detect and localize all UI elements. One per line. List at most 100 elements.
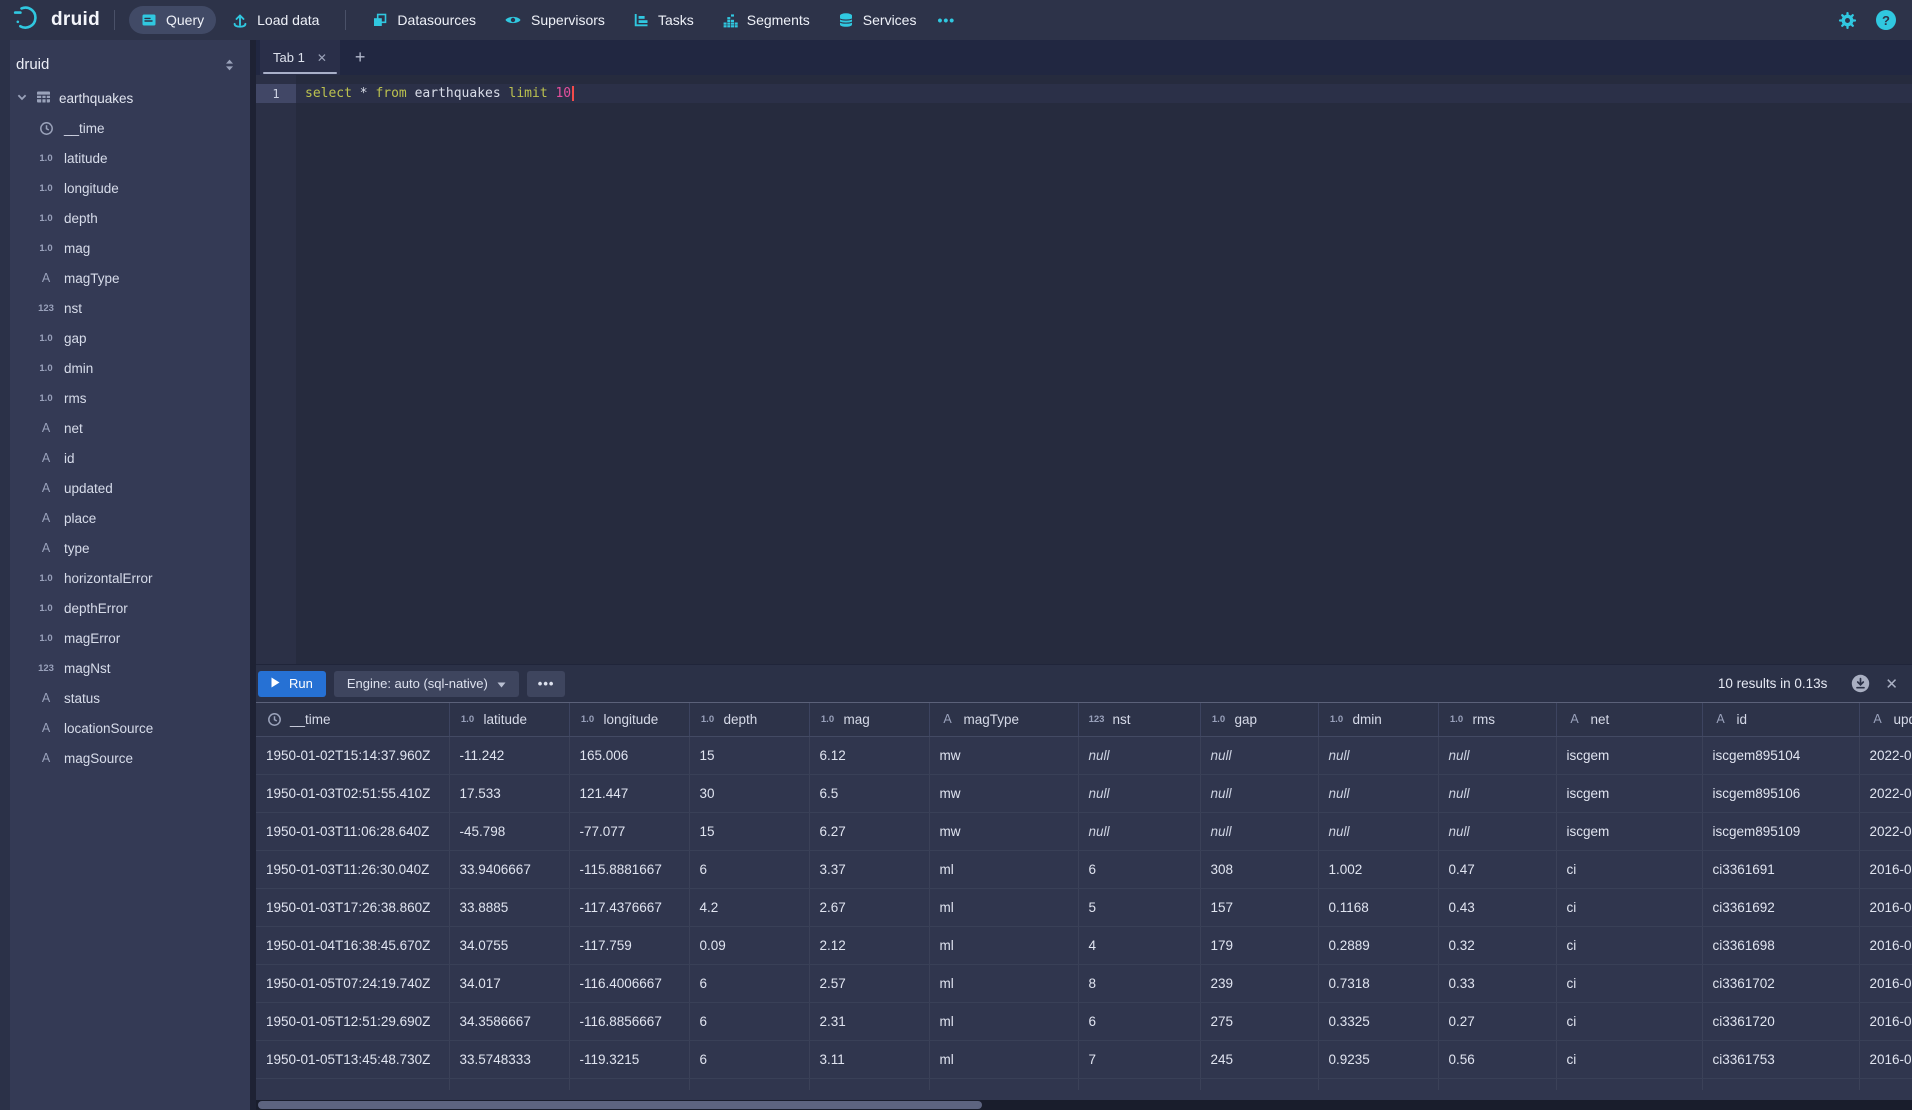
table-cell[interactable]: 6.27 [809, 812, 929, 850]
table-cell[interactable]: 30 [689, 774, 809, 812]
table-cell[interactable]: 0.56 [1438, 1040, 1556, 1078]
table-cell[interactable]: -11.242 [449, 736, 569, 774]
table-cell[interactable]: 6 [1078, 850, 1200, 888]
table-cell[interactable]: ml [929, 888, 1078, 926]
nav-item-segments[interactable]: Segments [710, 6, 822, 34]
table-cell[interactable]: 2016-0 [1859, 888, 1912, 926]
nav-item-query[interactable]: Query [129, 6, 216, 34]
table-cell[interactable]: 0.7318 [1318, 964, 1438, 1002]
schema-column-status[interactable]: Astatus [0, 683, 250, 713]
sql-line-1[interactable]: 1 select * from earthquakes limit 10 [256, 84, 1912, 103]
table-cell[interactable]: 0.32 [1438, 926, 1556, 964]
table-cell[interactable]: ci3361753 [1702, 1040, 1859, 1078]
table-cell[interactable]: 2016-0 [1859, 926, 1912, 964]
table-cell[interactable]: 6 [1078, 1002, 1200, 1040]
table-cell[interactable]: -117.4376667 [569, 888, 689, 926]
results-header-nst[interactable]: 123nst [1078, 703, 1200, 736]
table-cell[interactable]: 6 [689, 1002, 809, 1040]
table-cell[interactable]: -116.4006667 [569, 964, 689, 1002]
schema-column-magerror[interactable]: 1.0magError [0, 623, 250, 653]
table-cell[interactable]: 1950-01-04T16:38:45.670Z [256, 926, 449, 964]
datasource-earthquakes[interactable]: earthquakes [0, 83, 250, 113]
table-cell[interactable]: 1950-01-05T12:51:29.690Z [256, 1002, 449, 1040]
table-cell[interactable]: iscgem895106 [1702, 774, 1859, 812]
table-cell[interactable]: 7 [1078, 1040, 1200, 1078]
table-cell[interactable]: mw [929, 736, 1078, 774]
schema-column-gap[interactable]: 1.0gap [0, 323, 250, 353]
table-cell[interactable]: 2016-0 [1859, 964, 1912, 1002]
table-cell[interactable]: null [1200, 812, 1318, 850]
table-cell[interactable]: null [1078, 736, 1200, 774]
schema-column-id[interactable]: Aid [0, 443, 250, 473]
table-cell[interactable]: 0.43 [1438, 888, 1556, 926]
table-cell[interactable]: 1950-01-03T02:51:55.410Z [256, 774, 449, 812]
table-cell[interactable]: 2016-0 [1859, 1040, 1912, 1078]
run-button[interactable]: Run [258, 671, 326, 697]
table-cell[interactable]: iscgem895109 [1702, 812, 1859, 850]
schema-column-magtype[interactable]: AmagType [0, 263, 250, 293]
table-cell[interactable]: 0.27 [1438, 1002, 1556, 1040]
results-header-depth[interactable]: 1.0depth [689, 703, 809, 736]
table-cell[interactable]: -77.077 [569, 812, 689, 850]
table-cell[interactable]: 1.002 [1318, 850, 1438, 888]
table-cell[interactable]: iscgem895104 [1702, 736, 1859, 774]
nav-item-supervisors[interactable]: Supervisors [492, 6, 617, 34]
table-cell[interactable]: ml [929, 1040, 1078, 1078]
close-results-icon[interactable]: ✕ [1885, 675, 1898, 693]
results-header-rms[interactable]: 1.0rms [1438, 703, 1556, 736]
table-cell[interactable]: -45.798 [449, 812, 569, 850]
table-cell[interactable]: ci3361692 [1702, 888, 1859, 926]
nav-item-services[interactable]: Services [826, 6, 929, 34]
table-cell[interactable]: null [1200, 736, 1318, 774]
table-cell[interactable]: ml [929, 1002, 1078, 1040]
table-cell[interactable]: ci3361702 [1702, 964, 1859, 1002]
schema-column-dmin[interactable]: 1.0dmin [0, 353, 250, 383]
table-cell[interactable]: 165.006 [569, 736, 689, 774]
table-cell[interactable]: null [1438, 736, 1556, 774]
table-cell[interactable]: 0.47 [1438, 850, 1556, 888]
schema-column-deptherror[interactable]: 1.0depthError [0, 593, 250, 623]
schema-column-updated[interactable]: Aupdated [0, 473, 250, 503]
table-cell[interactable]: ci [1556, 888, 1702, 926]
table-cell[interactable]: 2.31 [809, 1002, 929, 1040]
table-cell[interactable]: -115.8881667 [569, 850, 689, 888]
table-cell[interactable]: 34.017 [449, 964, 569, 1002]
schema-column-type[interactable]: Atype [0, 533, 250, 563]
table-cell[interactable]: 0.9235 [1318, 1040, 1438, 1078]
table-cell[interactable]: 6.12 [809, 736, 929, 774]
table-cell[interactable]: 6.5 [809, 774, 929, 812]
table-cell[interactable]: 1950-01-03T11:26:30.040Z [256, 850, 449, 888]
nav-item-load-data[interactable]: Load data [220, 6, 331, 34]
schema-column-net[interactable]: Anet [0, 413, 250, 443]
table-cell[interactable]: iscgem [1556, 774, 1702, 812]
table-cell[interactable]: 34.3586667 [449, 1002, 569, 1040]
scrollbar-thumb[interactable] [258, 1101, 982, 1109]
table-cell[interactable]: 2016-0 [1859, 1002, 1912, 1040]
table-cell[interactable]: 33.5748333 [449, 1040, 569, 1078]
table-cell[interactable]: ci3361691 [1702, 850, 1859, 888]
table-cell[interactable]: 2022-0 [1859, 774, 1912, 812]
table-cell[interactable]: 34.0755 [449, 926, 569, 964]
schema-column-rms[interactable]: 1.0rms [0, 383, 250, 413]
table-cell[interactable]: ci [1556, 850, 1702, 888]
results-header-gap[interactable]: 1.0gap [1200, 703, 1318, 736]
table-cell[interactable]: -117.759 [569, 926, 689, 964]
table-cell[interactable]: 308 [1200, 850, 1318, 888]
table-cell[interactable]: mw [929, 774, 1078, 812]
table-cell[interactable]: 2022-0 [1859, 812, 1912, 850]
tab-close-icon[interactable]: ✕ [317, 51, 327, 65]
table-cell[interactable]: 15 [689, 812, 809, 850]
gear-icon[interactable] [1838, 11, 1857, 30]
table-cell[interactable]: 1950-01-05T13:45:48.730Z [256, 1040, 449, 1078]
schema-column-place[interactable]: Aplace [0, 503, 250, 533]
results-header-upd[interactable]: Aupd [1859, 703, 1912, 736]
table-cell[interactable]: null [1318, 736, 1438, 774]
horizontal-scrollbar[interactable] [256, 1100, 1912, 1110]
table-cell[interactable]: 2022-0 [1859, 736, 1912, 774]
table-cell[interactable]: ci [1556, 1040, 1702, 1078]
table-cell[interactable]: ci3361698 [1702, 926, 1859, 964]
table-cell[interactable]: 15 [689, 736, 809, 774]
table-cell[interactable]: -119.3215 [569, 1040, 689, 1078]
druid-brand[interactable]: druid [12, 5, 100, 36]
schema-column-depth[interactable]: 1.0depth [0, 203, 250, 233]
